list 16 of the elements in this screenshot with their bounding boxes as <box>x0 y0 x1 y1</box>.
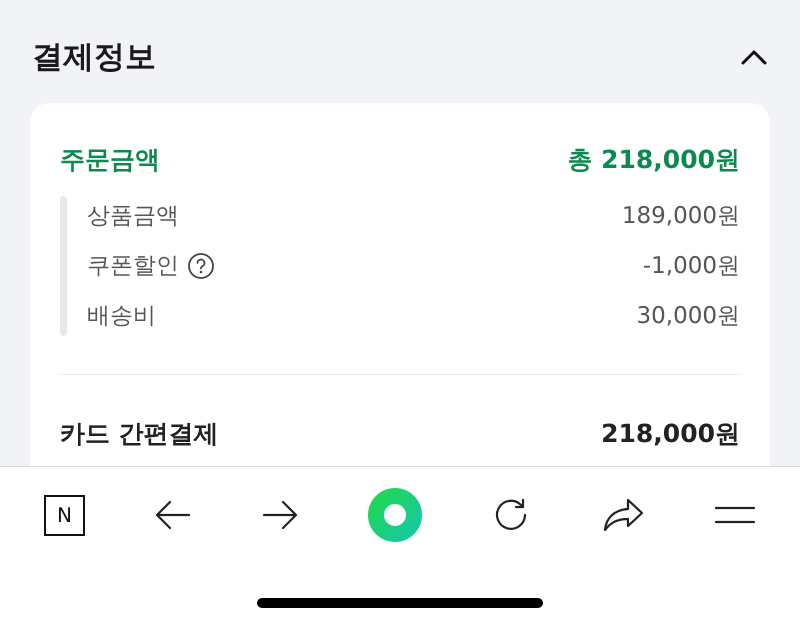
breakdown-value: 30,000원 <box>636 302 740 331</box>
breakdown-value: -1,000원 <box>642 252 740 281</box>
payment-amount: 218,000원 <box>601 418 740 450</box>
forward-icon[interactable] <box>261 500 300 530</box>
order-total-value: 총 218,000원 <box>567 144 740 176</box>
back-icon[interactable] <box>154 500 192 530</box>
section-title: 결제정보 <box>32 38 156 77</box>
n-logo-button[interactable]: N <box>44 494 85 536</box>
help-icon[interactable] <box>187 252 215 280</box>
payment-method-label: 카드 간편결제 <box>60 418 219 450</box>
breakdown-label: 상품금액 <box>87 202 179 231</box>
breakdown-label: 쿠폰할인 <box>87 252 179 281</box>
chevron-up-icon[interactable] <box>740 48 768 66</box>
breakdown-value: 189,000원 <box>622 202 740 231</box>
breakdown-label: 배송비 <box>87 302 156 331</box>
order-total-label: 주문금액 <box>60 144 160 176</box>
